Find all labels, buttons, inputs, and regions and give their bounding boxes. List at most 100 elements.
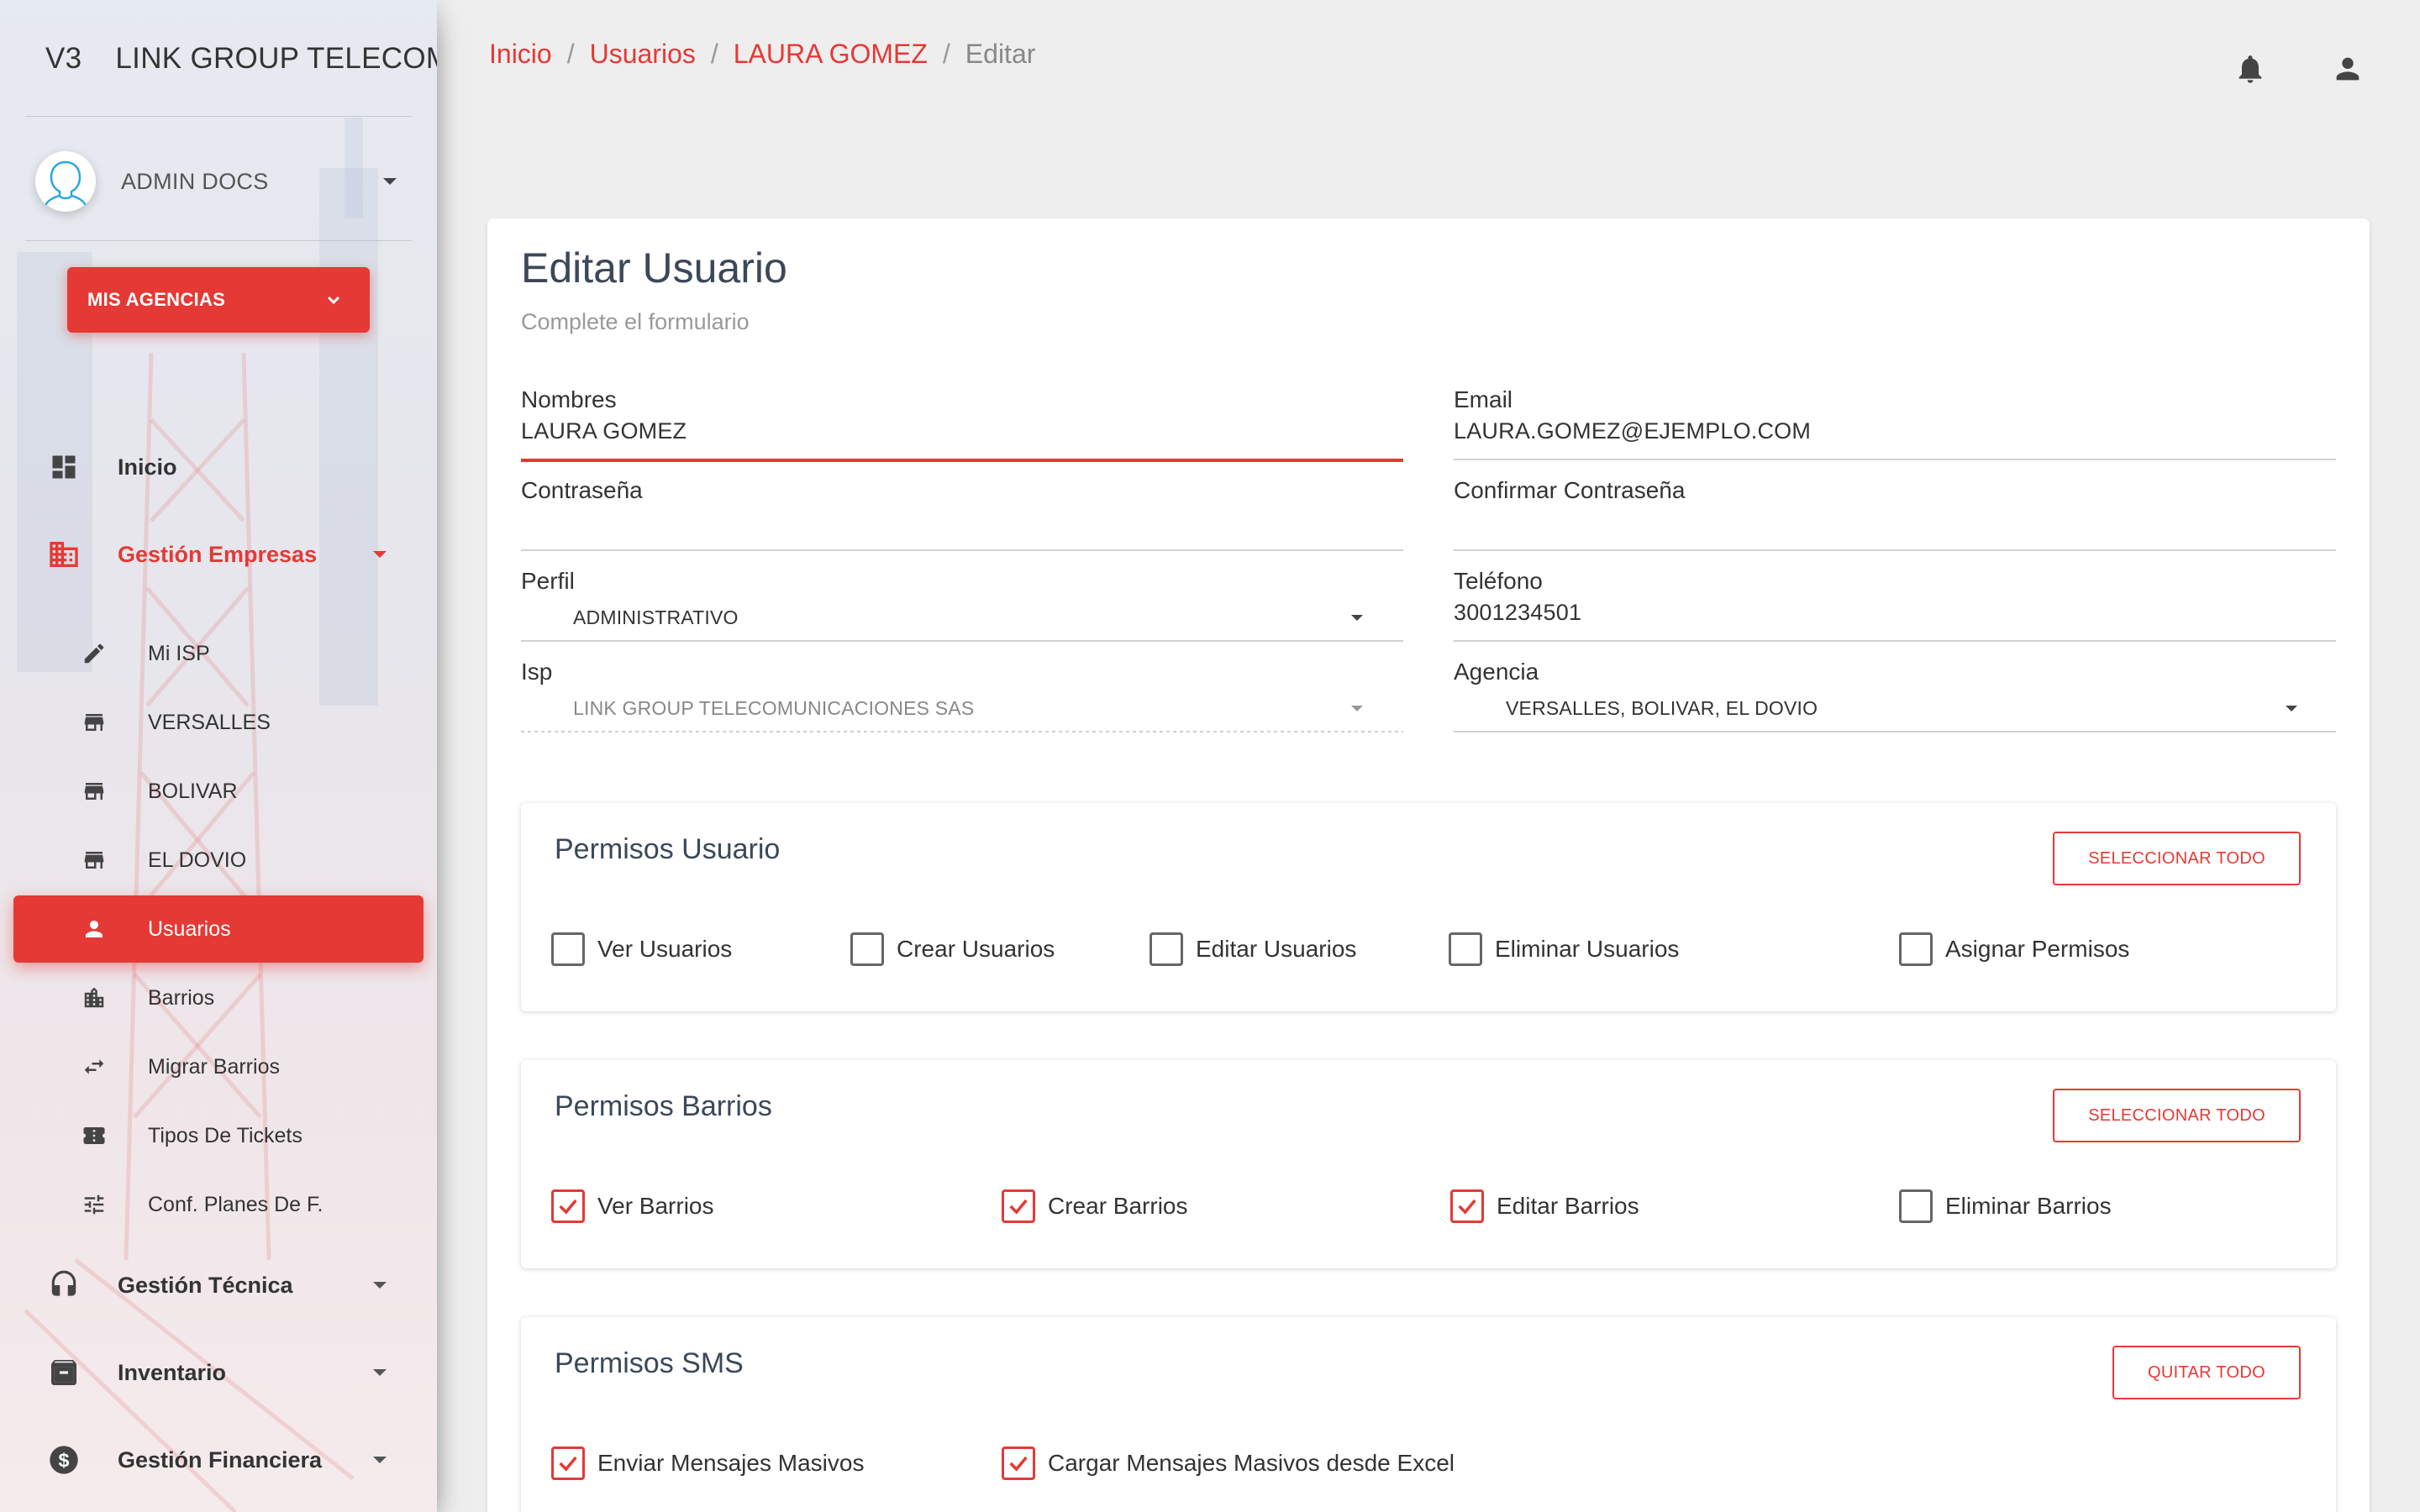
- breadcrumb-current: Editar: [965, 39, 1036, 69]
- agencia-label: Agencia: [1454, 659, 1539, 685]
- account-person-icon[interactable]: [2331, 52, 2365, 86]
- perfil-value: ADMINISTRATIVO: [573, 606, 739, 628]
- telefono-input[interactable]: 3001234501: [1454, 600, 1581, 626]
- input-underline: [521, 549, 1403, 551]
- checkbox-box[interactable]: [1899, 1189, 1933, 1223]
- isp-select[interactable]: Isp LINK GROUP TELECOMUNICACIONES SAS: [521, 659, 1403, 751]
- sidebar-item-usuarios[interactable]: Usuarios: [13, 895, 424, 963]
- permisos-sms-title: Permisos SMS: [555, 1347, 744, 1379]
- nombres-input[interactable]: LAURA GOMEZ: [521, 418, 687, 444]
- agencia-select[interactable]: Agencia VERSALLES, BOLIVAR, EL DOVIO: [1454, 659, 2336, 751]
- checkbox-label: Eliminar Usuarios: [1495, 936, 1680, 962]
- checkbox-box[interactable]: [850, 932, 884, 966]
- permisos-usuario-card: Permisos Usuario SELECCIONAR TODO Ver Us…: [521, 803, 2336, 1011]
- sidebar-brand[interactable]: V3 LINK GROUP TELECOMU: [0, 0, 437, 118]
- nav-gestion-tecnica[interactable]: Gestión Técnica: [13, 1265, 424, 1305]
- breadcrumb-separator: /: [566, 39, 575, 69]
- password-field[interactable]: Contraseña: [521, 477, 1403, 570]
- breadcrumb-separator: /: [710, 39, 718, 69]
- breadcrumb-usuarios[interactable]: Usuarios: [590, 39, 696, 70]
- sidebar-item-label: Conf. Planes De F.: [148, 1192, 324, 1216]
- sidebar-item-label: Migrar Barrios: [148, 1054, 280, 1079]
- sidebar-item-versalles[interactable]: VERSALLES: [13, 689, 424, 756]
- nav-gestion-empresas[interactable]: Gestión Empresas: [13, 534, 424, 575]
- email-field[interactable]: Email LAURA.GOMEZ@EJEMPLO.COM: [1454, 386, 2336, 479]
- checkbox-cargar-mensajes[interactable]: Cargar Mensajes Masivos desde Excel: [1002, 1446, 1455, 1480]
- sidebar-item-tipos-de-tickets[interactable]: Tipos De Tickets: [13, 1102, 424, 1169]
- checkbox-box[interactable]: [551, 1446, 585, 1480]
- mis-agencias-label: MIS AGENCIAS: [87, 289, 226, 310]
- confirm-password-field[interactable]: Confirmar Contraseña: [1454, 477, 2336, 570]
- input-underline: [1454, 459, 2336, 460]
- breadcrumb-inicio[interactable]: Inicio: [489, 39, 552, 70]
- dashboard-icon: [45, 449, 82, 486]
- checkbox-label: Ver Usuarios: [597, 936, 733, 962]
- checkbox-crear-usuarios[interactable]: Crear Usuarios: [850, 932, 1055, 966]
- email-input[interactable]: LAURA.GOMEZ@EJEMPLO.COM: [1454, 418, 1811, 444]
- sidebar-item-label: VERSALLES: [148, 710, 271, 734]
- checkbox-crear-barrios[interactable]: Crear Barrios: [1002, 1189, 1187, 1223]
- checkbox-box[interactable]: [1899, 932, 1933, 966]
- edit-user-card: Editar Usuario Complete el formulario No…: [487, 218, 2370, 1512]
- notifications-bell-icon[interactable]: [2233, 52, 2267, 86]
- checkbox-enviar-mensajes[interactable]: Enviar Mensajes Masivos: [551, 1446, 864, 1480]
- user-menu[interactable]: ADMIN DOCS: [35, 151, 397, 212]
- checkbox-label: Editar Usuarios: [1196, 936, 1357, 962]
- checkbox-box[interactable]: [1002, 1446, 1035, 1480]
- checkbox-ver-usuarios[interactable]: Ver Usuarios: [551, 932, 732, 966]
- nav-inicio[interactable]: Inicio: [13, 447, 424, 487]
- checkbox-ver-barrios[interactable]: Ver Barrios: [551, 1189, 714, 1223]
- nav-inventario[interactable]: Inventario: [13, 1352, 424, 1393]
- sidebar-item-label: BOLIVAR: [148, 779, 238, 803]
- email-label: Email: [1454, 386, 1513, 412]
- perfil-label: Perfil: [521, 568, 575, 594]
- select-all-button[interactable]: SELECCIONAR TODO: [2053, 1089, 2301, 1142]
- checkbox-eliminar-barrios[interactable]: Eliminar Barrios: [1899, 1189, 2112, 1223]
- sidebar-item-barrios[interactable]: Barrios: [13, 964, 424, 1032]
- checkbox-box[interactable]: [1450, 1189, 1484, 1223]
- breadcrumb: Inicio / Usuarios / LAURA GOMEZ / Editar: [489, 39, 1035, 70]
- checkbox-editar-usuarios[interactable]: Editar Usuarios: [1150, 932, 1356, 966]
- chevron-down-icon: [373, 551, 387, 558]
- dollar-icon: $: [45, 1441, 82, 1478]
- mis-agencias-button[interactable]: MIS AGENCIAS: [67, 267, 370, 333]
- telefono-label: Teléfono: [1454, 568, 1543, 594]
- checkbox-label: Crear Usuarios: [897, 936, 1055, 962]
- nav-gestion-financiera[interactable]: $ Gestión Financiera: [13, 1440, 424, 1480]
- sidebar-item-el-dovio[interactable]: EL DOVIO: [13, 827, 424, 894]
- store-icon: [79, 707, 109, 738]
- checkbox-box[interactable]: [551, 1189, 585, 1223]
- checkbox-eliminar-usuarios[interactable]: Eliminar Usuarios: [1449, 932, 1679, 966]
- sidebar-item-bolivar[interactable]: BOLIVAR: [13, 758, 424, 825]
- topbar: Inicio / Usuarios / LAURA GOMEZ / Editar: [437, 0, 2420, 109]
- remove-all-button[interactable]: QUITAR TODO: [2112, 1346, 2301, 1399]
- checkbox-box[interactable]: [1449, 932, 1482, 966]
- checkbox-asignar-permisos[interactable]: Asignar Permisos: [1899, 932, 2129, 966]
- sidebar-item-mi-isp[interactable]: Mi ISP: [13, 620, 424, 687]
- checkbox-box[interactable]: [1150, 932, 1183, 966]
- divider: [25, 240, 412, 241]
- checkbox-box[interactable]: [551, 932, 585, 966]
- permisos-usuario-title: Permisos Usuario: [555, 833, 781, 865]
- tune-icon: [79, 1189, 109, 1220]
- select-all-button[interactable]: SELECCIONAR TODO: [2053, 832, 2301, 885]
- chevron-down-icon: [1351, 706, 1363, 711]
- checkmark-icon: [1458, 1199, 1476, 1215]
- checkmark-icon: [1009, 1199, 1028, 1215]
- sidebar-item-conf-planes[interactable]: Conf. Planes De F.: [13, 1171, 424, 1238]
- checkbox-label: Eliminar Barrios: [1945, 1193, 2112, 1219]
- checkbox-label: Enviar Mensajes Masivos: [597, 1450, 865, 1476]
- input-underline: [521, 640, 1403, 642]
- breadcrumb-user[interactable]: LAURA GOMEZ: [734, 39, 928, 70]
- checkbox-box[interactable]: [1002, 1189, 1035, 1223]
- telefono-field[interactable]: Teléfono 3001234501: [1454, 568, 2336, 660]
- input-underline: [1454, 731, 2336, 732]
- avatar: [35, 151, 96, 212]
- isp-value: LINK GROUP TELECOMUNICACIONES SAS: [573, 697, 975, 719]
- checkbox-editar-barrios[interactable]: Editar Barrios: [1450, 1189, 1639, 1223]
- chevron-down-icon: [373, 1457, 387, 1463]
- sidebar-item-migrar-barrios[interactable]: Migrar Barrios: [13, 1033, 424, 1100]
- chevron-down-icon: [327, 296, 340, 305]
- perfil-select[interactable]: Perfil ADMINISTRATIVO: [521, 568, 1403, 660]
- nombres-field[interactable]: Nombres LAURA GOMEZ: [521, 386, 1403, 479]
